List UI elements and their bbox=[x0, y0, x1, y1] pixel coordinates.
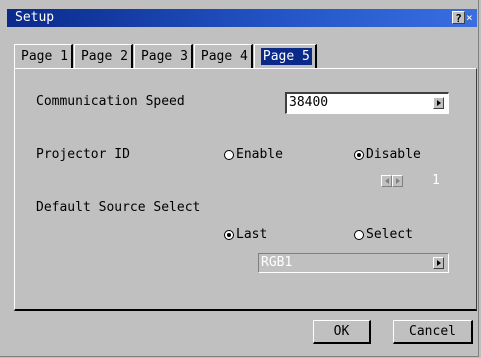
right-arrow-icon[interactable] bbox=[433, 97, 444, 109]
radio-label: Last bbox=[236, 227, 268, 242]
default-source-last-radio[interactable]: Last bbox=[224, 227, 267, 242]
default-source-value: RGB1 bbox=[261, 255, 293, 270]
tab-page-4[interactable]: Page 4 bbox=[193, 44, 253, 68]
default-source-select[interactable]: RGB1 bbox=[258, 253, 449, 273]
tab-label: Page 2 bbox=[80, 49, 128, 64]
communication-speed-value: 38400 bbox=[289, 95, 329, 110]
default-source-label: Default Source Select bbox=[36, 200, 201, 215]
communication-speed-select[interactable]: 38400 bbox=[285, 92, 449, 114]
projector-id-enable-radio[interactable]: Enable bbox=[224, 147, 283, 162]
help-button[interactable]: ? bbox=[452, 11, 465, 25]
cancel-button[interactable]: Cancel bbox=[393, 320, 473, 344]
default-source-select-radio[interactable]: Select bbox=[354, 227, 413, 242]
tab-label: Page 5 bbox=[260, 48, 312, 65]
right-arrow-icon[interactable] bbox=[433, 257, 444, 269]
tab-label: Page 4 bbox=[200, 49, 248, 64]
radio-icon bbox=[224, 149, 234, 160]
left-arrow-icon[interactable] bbox=[381, 175, 392, 187]
tab-page-2[interactable]: Page 2 bbox=[73, 44, 133, 68]
radio-selected-icon bbox=[224, 229, 234, 240]
tab-page-3[interactable]: Page 3 bbox=[133, 44, 193, 68]
radio-label: Enable bbox=[236, 147, 283, 162]
tab-page-5[interactable]: Page 5 bbox=[253, 44, 317, 68]
radio-label: Select bbox=[366, 227, 413, 242]
window-title: Setup bbox=[15, 10, 55, 25]
radio-label: Disable bbox=[366, 147, 421, 162]
close-button[interactable]: × bbox=[466, 11, 477, 24]
projector-id-value: 1 bbox=[432, 173, 440, 188]
tab-page-1[interactable]: Page 1 bbox=[14, 44, 73, 68]
right-arrow-icon[interactable] bbox=[392, 175, 403, 187]
tab-label: Page 3 bbox=[140, 49, 188, 64]
ok-button[interactable]: OK bbox=[313, 320, 371, 344]
radio-icon bbox=[354, 229, 364, 240]
tab-label: Page 1 bbox=[21, 49, 68, 64]
radio-selected-icon bbox=[354, 149, 364, 160]
title-bar: Setup ? × bbox=[7, 9, 477, 27]
projector-id-spinner[interactable] bbox=[381, 175, 403, 187]
projector-id-label: Projector ID bbox=[36, 147, 130, 162]
projector-id-disable-radio[interactable]: Disable bbox=[354, 147, 421, 162]
setup-dialog: Setup ? × Page 1 Page 2 Page 3 Page 4 Pa… bbox=[0, 0, 479, 357]
tab-strip: Page 1 Page 2 Page 3 Page 4 Page 5 bbox=[14, 44, 318, 68]
communication-speed-label: Communication Speed bbox=[36, 94, 185, 109]
